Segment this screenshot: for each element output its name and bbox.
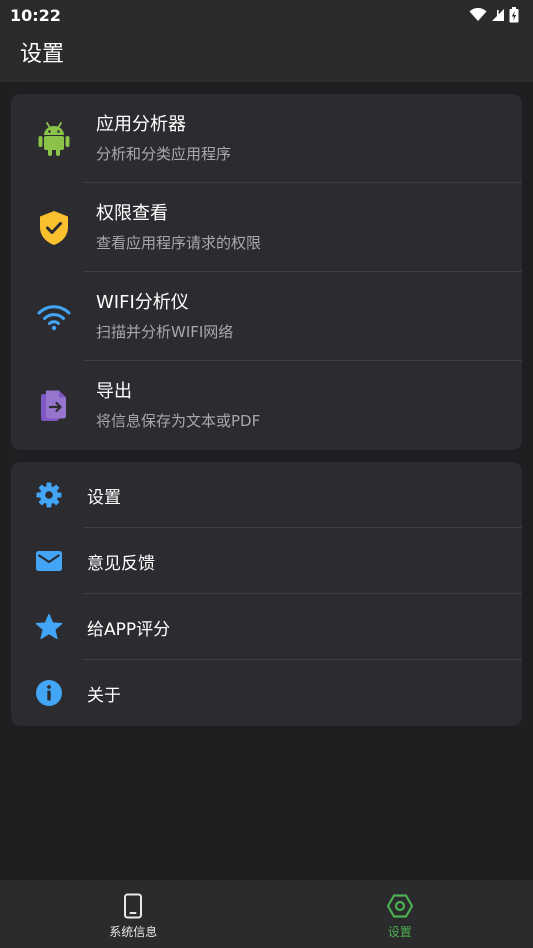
menu-item-settings[interactable]: 设置 [11, 462, 522, 528]
android-icon [38, 121, 69, 156]
hexagon-icon [386, 893, 413, 918]
menu-item-subtitle: 分析和分类应用程序 [96, 144, 232, 163]
menu-item-subtitle: 扫描并分析WIFI网络 [96, 322, 234, 341]
menu-item-title: 应用分析器 [96, 113, 186, 135]
app-bar: 设置 [0, 30, 533, 82]
star-icon [35, 613, 63, 640]
info-icon [36, 680, 62, 706]
menu-item-label: 设置 [87, 487, 121, 508]
menu-item-label: 关于 [87, 685, 121, 706]
menu-item-title: 权限查看 [96, 202, 168, 224]
menu-item-subtitle: 查看应用程序请求的权限 [96, 233, 262, 252]
gear-icon [36, 482, 62, 508]
menu-item-title: 导出 [96, 380, 132, 402]
mail-icon [36, 551, 62, 571]
menu-item-subtitle: 将信息保存为文本或PDF [96, 411, 261, 430]
menu-item-feedback[interactable]: 意见反馈 [11, 528, 522, 594]
phone-icon [124, 893, 143, 918]
nav-tab-label: 系统信息 [109, 924, 158, 939]
menu-item-app-analyzer[interactable]: 应用分析器 分析和分类应用程序 [11, 94, 522, 183]
nav-tab-label: 设置 [387, 924, 412, 939]
menu-item-wifi-analyzer[interactable]: WIFI分析仪 扫描并分析WIFI网络 [11, 272, 522, 361]
settings-card: 设置 意见反馈 给APP评分 关于 [11, 462, 522, 726]
signal-status-icon [492, 9, 504, 21]
battery-status-icon [509, 7, 519, 23]
bottom-nav: 系统信息 设置 [0, 880, 533, 948]
status-bar: 10:22 [0, 0, 533, 30]
status-time: 10:22 [10, 5, 61, 25]
menu-item-label: 意见反馈 [87, 553, 155, 574]
nav-tab-settings[interactable]: 设置 [267, 880, 533, 948]
wifi-status-icon [469, 8, 487, 21]
menu-item-title: WIFI分析仪 [96, 291, 189, 313]
menu-item-rate-app[interactable]: 给APP评分 [11, 594, 522, 660]
menu-item-about[interactable]: 关于 [11, 660, 522, 726]
export-icon [40, 390, 66, 421]
menu-item-label: 给APP评分 [87, 619, 171, 640]
page-title: 设置 [20, 42, 65, 67]
wifi-icon [37, 304, 70, 330]
shield-check-icon [39, 210, 68, 245]
tools-card: 应用分析器 分析和分类应用程序 权限查看 查看应用程序请求的权限 WIFI分析仪… [11, 94, 522, 450]
status-icons [469, 7, 519, 23]
menu-item-export[interactable]: 导出 将信息保存为文本或PDF [11, 361, 522, 450]
nav-tab-system-info[interactable]: 系统信息 [0, 880, 267, 948]
menu-item-permissions[interactable]: 权限查看 查看应用程序请求的权限 [11, 183, 522, 272]
